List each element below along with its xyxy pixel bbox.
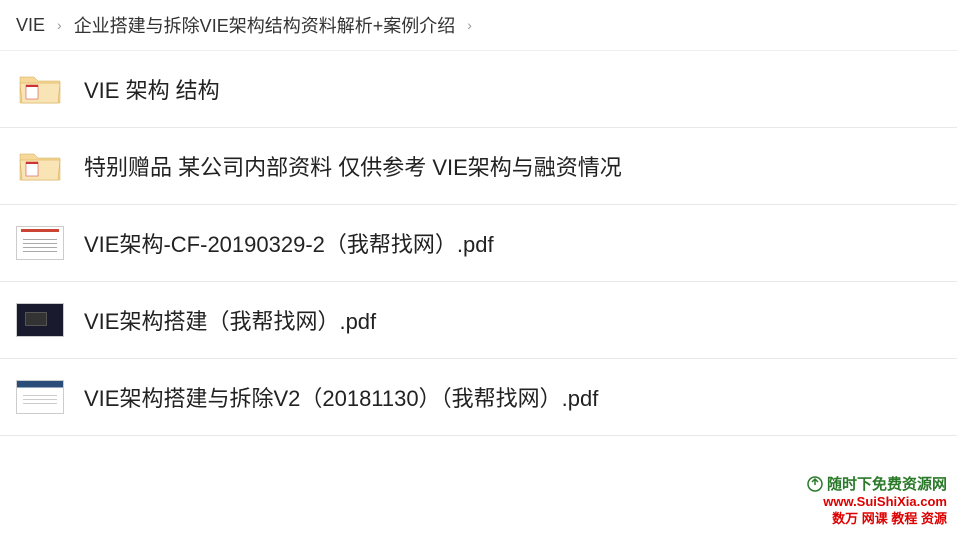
watermark-subtitle: 数万 网课 教程 资源 xyxy=(807,511,947,528)
file-name: 特别赠品 某公司内部资料 仅供参考 VIE架构与融资情况 xyxy=(84,150,622,182)
chevron-right-icon: › xyxy=(467,17,472,33)
pdf-thumbnail-icon xyxy=(16,300,64,340)
folder-icon xyxy=(16,146,64,186)
chevron-right-icon: › xyxy=(57,17,62,33)
file-name: VIE 架构 结构 xyxy=(84,73,220,105)
list-item[interactable]: 特别赠品 某公司内部资料 仅供参考 VIE架构与融资情况 xyxy=(0,128,957,205)
file-name: VIE架构-CF-20190329-2（我帮找网）.pdf xyxy=(84,227,494,259)
watermark-title: 随时下免费资源网 xyxy=(827,475,947,495)
breadcrumb-item-folder[interactable]: 企业搭建与拆除VIE架构结构资料解析+案例介绍 xyxy=(74,12,456,38)
folder-icon xyxy=(16,69,64,109)
file-name: VIE架构搭建与拆除V2（20181130）（我帮找网）.pdf xyxy=(84,381,598,413)
list-item[interactable]: VIE架构-CF-20190329-2（我帮找网）.pdf xyxy=(0,205,957,282)
list-item[interactable]: VIE架构搭建（我帮找网）.pdf xyxy=(0,282,957,359)
file-name: VIE架构搭建（我帮找网）.pdf xyxy=(84,304,376,336)
breadcrumb: VIE › 企业搭建与拆除VIE架构结构资料解析+案例介绍 › xyxy=(0,0,957,51)
pdf-thumbnail-icon xyxy=(16,377,64,417)
watermark: 随时下免费资源网 www.SuiShiXia.com 数万 网课 教程 资源 xyxy=(807,475,947,528)
watermark-url: www.SuiShiXia.com xyxy=(807,494,947,511)
breadcrumb-item-root[interactable]: VIE xyxy=(16,15,45,36)
pdf-thumbnail-icon xyxy=(16,223,64,263)
file-list: VIE 架构 结构 特别赠品 某公司内部资料 仅供参考 VIE架构与融资情况 V… xyxy=(0,51,957,436)
list-item[interactable]: VIE 架构 结构 xyxy=(0,51,957,128)
list-item[interactable]: VIE架构搭建与拆除V2（20181130）（我帮找网）.pdf xyxy=(0,359,957,436)
watermark-logo: 随时下免费资源网 xyxy=(807,475,947,495)
